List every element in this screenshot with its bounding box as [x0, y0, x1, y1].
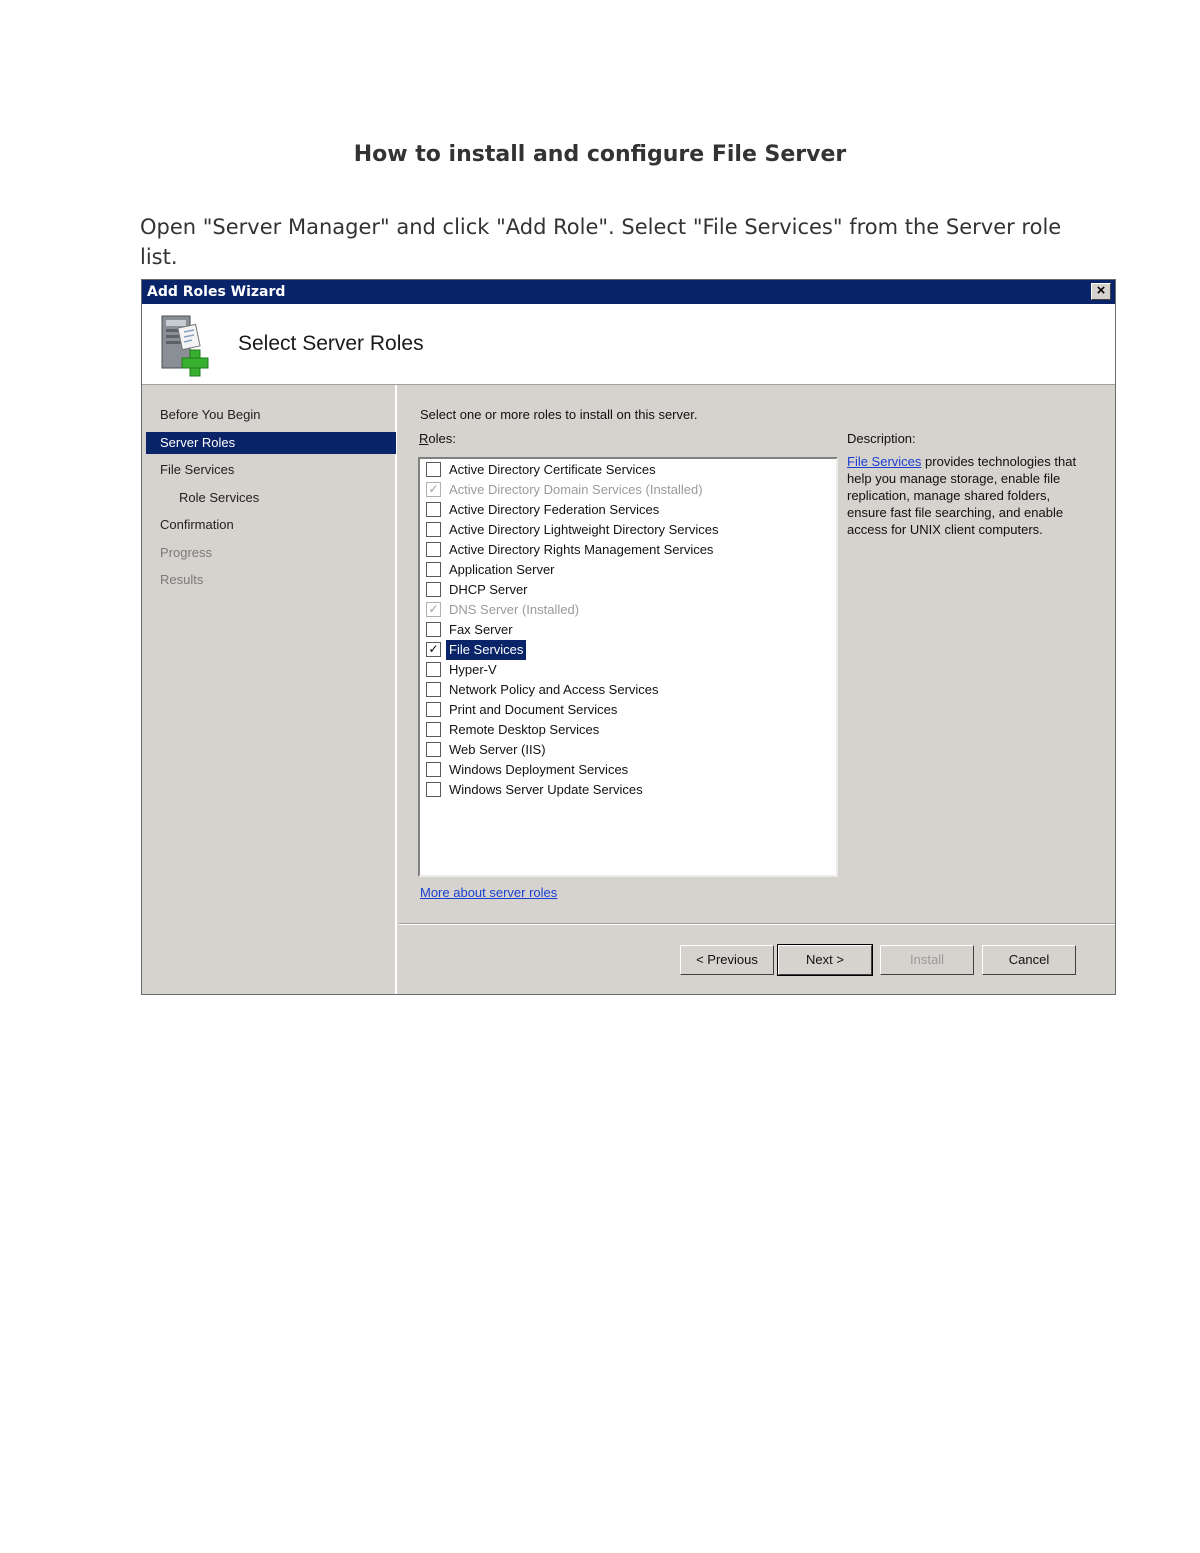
role-label: Active Directory Lightweight Directory S…	[449, 522, 719, 537]
wizard-header: Select Server Roles	[142, 304, 1115, 385]
role-checkbox[interactable]	[426, 782, 441, 797]
role-checkbox[interactable]	[426, 462, 441, 477]
description-label: Description:	[847, 431, 916, 446]
roles-label: Roles:	[419, 431, 456, 446]
document-title: How to install and configure File Server	[353, 142, 847, 167]
role-label: Fax Server	[449, 622, 513, 637]
previous-button[interactable]: < Previous	[680, 945, 774, 975]
close-icon: ×	[1096, 282, 1106, 299]
role-checkbox[interactable]	[426, 762, 441, 777]
add-roles-wizard-window: Add Roles Wizard × Select Server Roles B…	[141, 279, 1116, 995]
install-button[interactable]: Install	[880, 945, 974, 975]
description-link[interactable]: File Services	[847, 454, 921, 469]
role-checkbox[interactable]	[426, 682, 441, 697]
description-text: File Services provides technologies that…	[847, 453, 1087, 538]
button-divider	[399, 923, 1115, 925]
page-title: Select Server Roles	[238, 332, 424, 355]
checkmark-icon: ✓	[428, 642, 439, 656]
close-button[interactable]: ×	[1091, 283, 1111, 300]
role-checkbox[interactable]	[426, 742, 441, 757]
role-checkbox[interactable]	[426, 502, 441, 517]
role-checkbox[interactable]	[426, 582, 441, 597]
role-checkbox[interactable]: ✓	[426, 482, 441, 497]
roles-instruction: Select one or more roles to install on t…	[420, 407, 698, 422]
role-label: Web Server (IIS)	[449, 742, 546, 757]
instruction-paragraph: Open "Server Manager" and click "Add Rol…	[140, 215, 1062, 269]
checkmark-icon: ✓	[428, 602, 439, 616]
wizard-content: Select one or more roles to install on t…	[399, 385, 1115, 994]
role-label: Active Directory Rights Management Servi…	[449, 542, 714, 557]
role-label: Hyper-V	[449, 662, 497, 677]
role-checkbox[interactable]	[426, 522, 441, 537]
next-button[interactable]: Next >	[777, 944, 873, 976]
role-checkbox[interactable]: ✓	[426, 602, 441, 617]
window-titlebar[interactable]: Add Roles Wizard ×	[142, 280, 1115, 304]
sidebar-item-server-roles[interactable]: Server Roles	[146, 431, 396, 454]
sidebar-item-file-services[interactable]: File Services	[146, 459, 396, 481]
role-label: Remote Desktop Services	[449, 722, 600, 737]
roles-list[interactable]: Active Directory Certificate Services ✓ Ac…	[418, 457, 838, 877]
role-label: Print and Document Services	[449, 702, 618, 717]
role-label: Active Directory Domain Services (Instal…	[449, 482, 703, 497]
server-add-icon	[161, 315, 209, 377]
role-label: Windows Deployment Services	[449, 762, 629, 777]
more-about-server-roles-link[interactable]: More about server roles	[420, 885, 557, 900]
sidebar-item-before-you-begin[interactable]: Before You Begin	[146, 404, 396, 426]
sidebar-item-results[interactable]: Results	[146, 569, 396, 591]
sidebar-item-confirmation[interactable]: Confirmation	[146, 514, 396, 536]
role-label: Application Server	[449, 562, 555, 577]
sidebar-item-progress[interactable]: Progress	[146, 542, 396, 564]
role-label: File Services	[446, 640, 527, 660]
role-label: Active Directory Federation Services	[449, 502, 660, 517]
role-label: DNS Server (Installed)	[449, 602, 580, 617]
role-label: Active Directory Certificate Services	[449, 462, 656, 477]
role-checkbox[interactable]	[426, 702, 441, 717]
cancel-button[interactable]: Cancel	[982, 945, 1076, 975]
role-label: Network Policy and Access Services	[449, 682, 659, 697]
window-title: Add Roles Wizard	[147, 284, 286, 300]
role-checkbox[interactable]: ✓	[426, 642, 441, 657]
role-checkbox[interactable]	[426, 662, 441, 677]
role-checkbox[interactable]	[426, 722, 441, 737]
sidebar-item-role-services[interactable]: Role Services	[146, 487, 396, 509]
role-label: DHCP Server	[449, 582, 528, 597]
role-checkbox[interactable]	[426, 622, 441, 637]
role-label: Windows Server Update Services	[449, 782, 643, 797]
role-checkbox[interactable]	[426, 542, 441, 557]
checkmark-icon: ✓	[428, 482, 439, 496]
wizard-step-sidebar: Before You Begin Server Roles File Service…	[142, 385, 397, 994]
role-checkbox[interactable]	[426, 562, 441, 577]
